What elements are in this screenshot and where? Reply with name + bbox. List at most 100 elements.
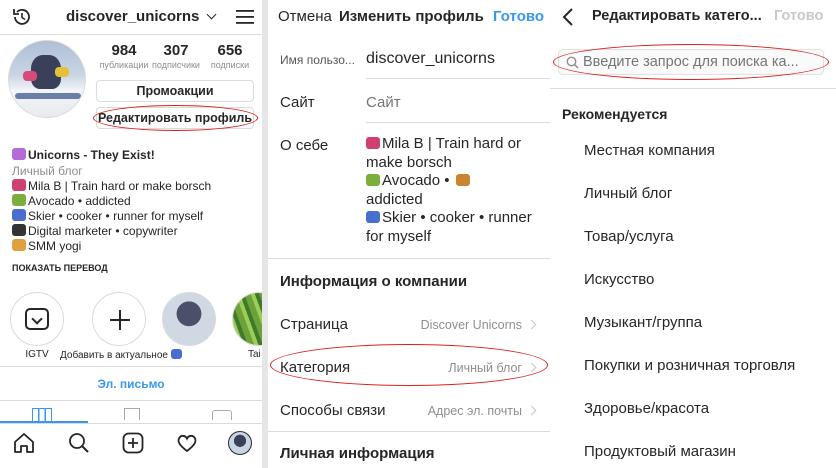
- add-post-icon[interactable]: [121, 431, 145, 460]
- done-button[interactable]: Готово: [493, 8, 544, 25]
- highlight-photo[interactable]: [162, 292, 216, 346]
- username-title[interactable]: discover_unicorns: [66, 8, 217, 25]
- page-title: Изменить профиль: [339, 8, 484, 25]
- row-label: Категория: [280, 359, 351, 376]
- bio-text: Skier • cooker • runner for myself: [28, 209, 204, 223]
- grid-tab-icon[interactable]: [32, 408, 52, 422]
- highlight-igtv[interactable]: [10, 292, 64, 346]
- section-header: Рекомендуется: [562, 106, 668, 122]
- stat-posts[interactable]: 984 публикации: [96, 42, 152, 70]
- highlight-tai[interactable]: [232, 292, 262, 346]
- avocado-icon: [12, 194, 26, 206]
- profile-name-text: Unicorns - They Exist!: [28, 148, 155, 162]
- stat-label: подписчики: [152, 60, 200, 70]
- personal-info-header: Личная информация: [280, 445, 435, 462]
- bio-line: Skier • cooker • runner: [366, 209, 532, 228]
- back-button[interactable]: [562, 8, 574, 31]
- category-item[interactable]: Личный блог: [584, 185, 672, 202]
- row-label: Способы связи: [280, 402, 386, 419]
- bio-line: for myself: [366, 228, 431, 247]
- igtv-icon: [25, 308, 49, 330]
- heart-icon[interactable]: [175, 431, 199, 460]
- category-item[interactable]: Местная компания: [584, 142, 715, 159]
- row-label: Страница: [280, 316, 348, 333]
- add-highlight-button[interactable]: [92, 292, 146, 346]
- category-item[interactable]: Товар/услуга: [584, 228, 674, 245]
- chevron-left-icon: [562, 8, 573, 26]
- promotions-button[interactable]: Промоакции: [96, 80, 254, 102]
- bio-text: addicted: [366, 190, 423, 208]
- divider: [366, 78, 550, 79]
- dancer-icon: [366, 137, 380, 149]
- email-button[interactable]: Эл. письмо: [0, 377, 262, 391]
- stat-label: публикации: [99, 60, 149, 70]
- cancel-button[interactable]: Отмена: [278, 8, 332, 25]
- show-translation-link[interactable]: ПОКАЗАТЬ ПЕРЕВОД: [12, 263, 108, 273]
- bio-field[interactable]: Mila B | Train hard or make borsch Avoca…: [366, 135, 548, 247]
- stat-followers[interactable]: 307 подписчики: [148, 42, 204, 70]
- bio-line: Skier • cooker • runner for myself: [12, 209, 203, 224]
- edit-profile-panel: Отмена Изменить профиль Готово Имя польз…: [268, 0, 550, 468]
- category-item[interactable]: Музыкант/группа: [584, 314, 702, 331]
- highlight-label: IGTV: [25, 349, 49, 360]
- chevron-down-icon: [206, 9, 217, 20]
- category-item[interactable]: Продуктовый магазин: [584, 443, 736, 460]
- row-value: Личный блог: [448, 361, 522, 375]
- highlight-label: Добавить в актуальное: [60, 349, 184, 361]
- profile-category: Личный блог: [12, 164, 83, 178]
- company-row-contact[interactable]: Способы связи Адрес эл. почты: [268, 392, 550, 430]
- avatar[interactable]: [8, 40, 86, 118]
- bio-label: О себе: [280, 137, 329, 154]
- skier-icon: [170, 349, 182, 359]
- bio-line: addicted: [366, 191, 423, 210]
- done-button[interactable]: Готово: [774, 8, 823, 24]
- camera-tab-icon[interactable]: [212, 410, 232, 420]
- menu-icon[interactable]: [236, 9, 254, 30]
- bio-line: Avocado •: [366, 172, 472, 191]
- highlight-label-text: Добавить в актуальное: [60, 350, 168, 361]
- category-item[interactable]: Искусство: [584, 271, 654, 288]
- bio-line: Mila B | Train hard or make borsch: [12, 179, 211, 194]
- bio-text: for myself: [366, 227, 432, 245]
- profile-panel: discover_unicorns 984 публикации 307 под…: [0, 0, 262, 468]
- top-hat-icon: [12, 224, 26, 236]
- bio-text: SMM yogi: [28, 239, 82, 253]
- home-icon[interactable]: [12, 431, 36, 460]
- stat-label: подписки: [210, 60, 250, 70]
- username-label: Имя пользо...: [280, 53, 355, 67]
- edit-profile-button[interactable]: Редактировать профиль: [96, 107, 254, 129]
- bio-text: Avocado •: [382, 172, 450, 189]
- history-icon[interactable]: [11, 6, 33, 33]
- edit-category-panel: Редактировать катего... Готово Рекоменду…: [550, 0, 836, 468]
- username-label: discover_unicorns: [66, 8, 200, 25]
- search-icon[interactable]: [67, 431, 91, 460]
- category-item[interactable]: Здоровье/красота: [584, 400, 709, 417]
- divider: [0, 400, 262, 401]
- highlight-label: Tai: [248, 349, 261, 360]
- search-bar[interactable]: [558, 49, 824, 75]
- category-item[interactable]: Покупки и розничная торговля: [584, 357, 795, 374]
- stat-value: 984: [111, 42, 137, 59]
- divider: [268, 431, 550, 432]
- divider: [550, 88, 836, 89]
- divider: [268, 258, 550, 259]
- skier-icon: [12, 209, 26, 221]
- stat-value: 656: [217, 42, 243, 59]
- divider: [0, 366, 262, 367]
- avocado-icon: [366, 174, 380, 186]
- company-row-page[interactable]: Страница Discover Unicorns: [268, 306, 550, 344]
- bio-text: Mila B | Train hard or make borsch: [28, 179, 212, 193]
- bio-line: Avocado • addicted: [12, 194, 131, 209]
- search-input[interactable]: [583, 52, 819, 72]
- tagged-tab-icon[interactable]: [124, 408, 140, 420]
- stat-following[interactable]: 656 подписки: [202, 42, 258, 70]
- chevron-right-icon: [526, 319, 537, 330]
- profile-avatar[interactable]: [228, 431, 252, 455]
- company-row-category[interactable]: Категория Личный блог: [268, 349, 550, 387]
- username-field[interactable]: [366, 48, 536, 70]
- website-field[interactable]: [366, 91, 536, 113]
- row-value: Discover Unicorns: [420, 318, 522, 332]
- website-label: Сайт: [280, 94, 315, 111]
- divider: [0, 423, 262, 424]
- search-icon: [566, 56, 579, 69]
